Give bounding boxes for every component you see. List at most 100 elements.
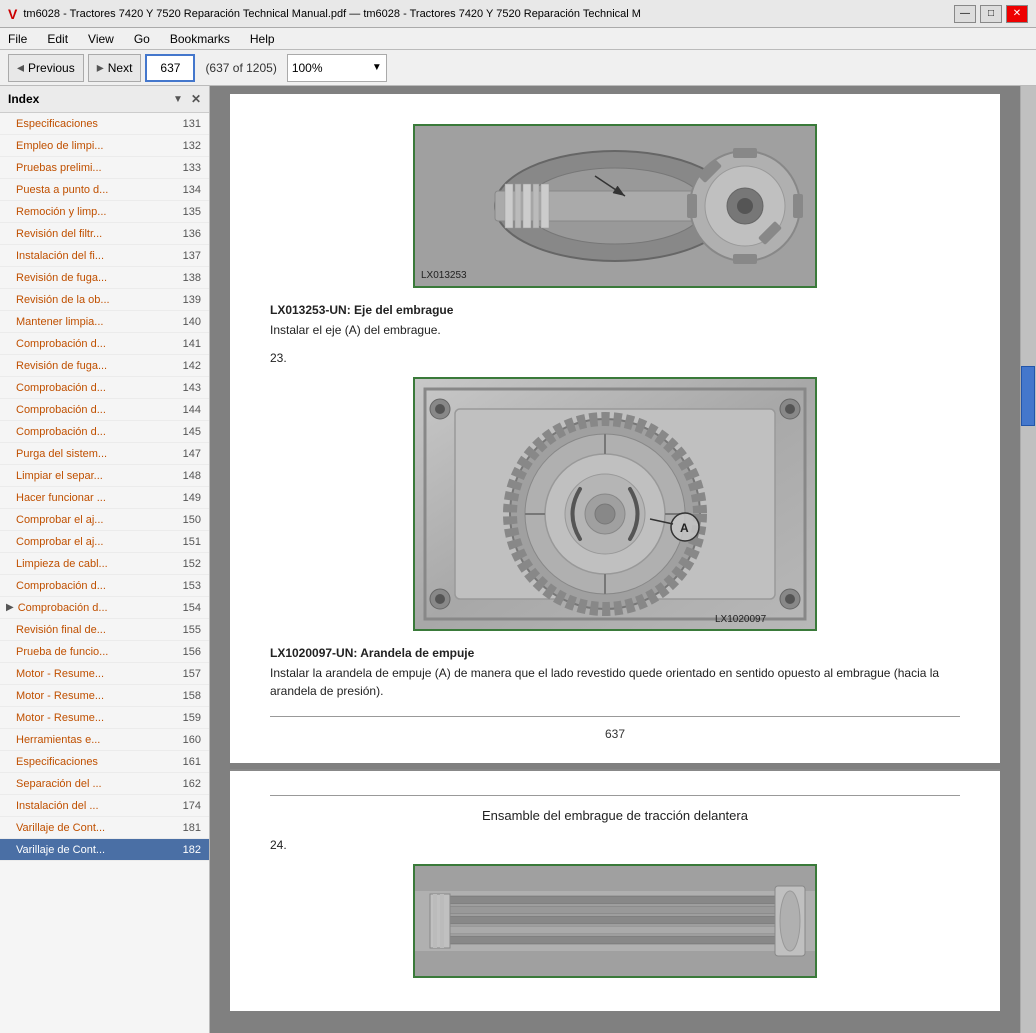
sidebar-item-title: Empleo de limpi... xyxy=(16,140,173,152)
next-button[interactable]: ▸ Next xyxy=(88,54,142,82)
sidebar-dropdown-icon[interactable]: ▼ xyxy=(173,94,183,105)
sidebar-item-title: Comprobar el aj... xyxy=(16,514,173,526)
sidebar-item-18[interactable]: Comprobar el aj...150 xyxy=(0,509,209,531)
sidebar-item-title: Herramientas e... xyxy=(16,734,173,746)
sidebar-item-25[interactable]: Motor - Resume...157 xyxy=(0,663,209,685)
menu-go[interactable]: Go xyxy=(130,30,154,48)
image3-svg xyxy=(415,866,815,976)
sidebar-close-button[interactable]: ✕ xyxy=(191,92,201,106)
image3-box xyxy=(413,864,817,978)
sidebar-item-number: 155 xyxy=(173,624,201,636)
sidebar-item-title: Instalación del ... xyxy=(16,800,173,812)
menu-edit[interactable]: Edit xyxy=(43,30,72,48)
sidebar-items-list: Especificaciones131Empleo de limpi...132… xyxy=(0,113,209,861)
image3-placeholder xyxy=(415,866,815,976)
sidebar-item-13[interactable]: Comprobación d...144 xyxy=(0,399,209,421)
sidebar-item-number: 158 xyxy=(173,690,201,702)
close-button[interactable]: ✕ xyxy=(1006,5,1028,23)
sidebar-item-number: 132 xyxy=(173,140,201,152)
sidebar-item-33[interactable]: Varillaje de Cont...182 xyxy=(0,839,209,861)
sidebar-item-title: Motor - Resume... xyxy=(16,712,173,724)
sidebar-item-12[interactable]: Comprobación d...143 xyxy=(0,377,209,399)
sidebar-item-16[interactable]: Limpiar el separ...148 xyxy=(0,465,209,487)
sidebar-item-title: Revisión de fuga... xyxy=(16,360,173,372)
sidebar-item-7[interactable]: Revisión de fuga...138 xyxy=(0,267,209,289)
maximize-button[interactable]: □ xyxy=(980,5,1002,23)
image2-container: A LX1020097 xyxy=(270,377,960,634)
sidebar-item-27[interactable]: Motor - Resume...159 xyxy=(0,707,209,729)
sidebar-item-title: Comprobación d... xyxy=(16,338,173,350)
zoom-selector[interactable]: 100% ▼ xyxy=(287,54,387,82)
menu-file[interactable]: File xyxy=(4,30,31,48)
sidebar-item-title: Puesta a punto d... xyxy=(16,184,173,196)
page-number-input[interactable] xyxy=(145,54,195,82)
sidebar-item-24[interactable]: Prueba de funcio...156 xyxy=(0,641,209,663)
image1-svg: LX013253 xyxy=(415,126,815,286)
sidebar-item-26[interactable]: Motor - Resume...158 xyxy=(0,685,209,707)
sidebar-item-20[interactable]: Limpieza de cabl...152 xyxy=(0,553,209,575)
zoom-value: 100% xyxy=(292,61,323,75)
sidebar-item-5[interactable]: Revisión del filtr...136 xyxy=(0,223,209,245)
menu-help[interactable]: Help xyxy=(246,30,279,48)
svg-text:LX1020097: LX1020097 xyxy=(715,614,767,625)
scrollbar-thumb[interactable] xyxy=(1021,366,1035,426)
sidebar-item-title: Revisión de fuga... xyxy=(16,272,173,284)
sidebar-item-19[interactable]: Comprobar el aj...151 xyxy=(0,531,209,553)
step24-label: 24. xyxy=(270,836,960,854)
sidebar-item-number: 159 xyxy=(173,712,201,724)
sidebar-item-28[interactable]: Herramientas e...160 xyxy=(0,729,209,751)
sidebar-header: Index ▼ ✕ xyxy=(0,86,209,113)
minimize-button[interactable]: — xyxy=(954,5,976,23)
scrollbar[interactable] xyxy=(1020,86,1036,1033)
sidebar-item-number: 140 xyxy=(173,316,201,328)
sidebar-item-0[interactable]: Especificaciones131 xyxy=(0,113,209,135)
sidebar-item-number: 135 xyxy=(173,206,201,218)
zoom-dropdown-icon: ▼ xyxy=(372,62,382,73)
sidebar-item-29[interactable]: Especificaciones161 xyxy=(0,751,209,773)
sidebar-item-11[interactable]: Revisión de fuga...142 xyxy=(0,355,209,377)
pdf-page-1: LX013253 LX013253-UN: Eje del embrague I… xyxy=(230,94,1000,763)
sidebar-item-number: 142 xyxy=(173,360,201,372)
sidebar-item-3[interactable]: Puesta a punto d...134 xyxy=(0,179,209,201)
menu-view[interactable]: View xyxy=(84,30,118,48)
sidebar-item-23[interactable]: Revisión final de...155 xyxy=(0,619,209,641)
sidebar-item-10[interactable]: Comprobación d...141 xyxy=(0,333,209,355)
image2-placeholder: A LX1020097 xyxy=(415,379,815,629)
sidebar-item-9[interactable]: Mantener limpia...140 xyxy=(0,311,209,333)
sidebar-item-title: Limpiar el separ... xyxy=(16,470,173,482)
svg-text:LX013253: LX013253 xyxy=(421,270,467,281)
sidebar-item-22[interactable]: ▶Comprobación d...154 xyxy=(0,597,209,619)
sidebar-item-15[interactable]: Purga del sistem...147 xyxy=(0,443,209,465)
sidebar-item-32[interactable]: Varillaje de Cont...181 xyxy=(0,817,209,839)
pdf-content-area[interactable]: LX013253 LX013253-UN: Eje del embrague I… xyxy=(210,86,1020,1033)
image1-box: LX013253 xyxy=(413,124,817,288)
sidebar-item-number: 152 xyxy=(173,558,201,570)
sidebar-item-number: 138 xyxy=(173,272,201,284)
sidebar-item-6[interactable]: Instalación del fi...137 xyxy=(0,245,209,267)
sidebar-item-21[interactable]: Comprobación d...153 xyxy=(0,575,209,597)
sidebar-item-number: 157 xyxy=(173,668,201,680)
previous-button[interactable]: ◂ Previous xyxy=(8,54,84,82)
sidebar-item-17[interactable]: Hacer funcionar ...149 xyxy=(0,487,209,509)
image1-container: LX013253 xyxy=(270,124,960,291)
sidebar-item-2[interactable]: Pruebas prelimi...133 xyxy=(0,157,209,179)
sidebar-item-1[interactable]: Empleo de limpi...132 xyxy=(0,135,209,157)
menu-bookmarks[interactable]: Bookmarks xyxy=(166,30,234,48)
sidebar-item-number: 148 xyxy=(173,470,201,482)
page-number: 637 xyxy=(605,727,625,741)
sidebar-item-number: 161 xyxy=(173,756,201,768)
sidebar-item-8[interactable]: Revisión de la ob...139 xyxy=(0,289,209,311)
sidebar-item-30[interactable]: Separación del ...162 xyxy=(0,773,209,795)
sidebar-item-title: Separación del ... xyxy=(16,778,173,790)
sidebar-item-title: Comprobación d... xyxy=(16,580,173,592)
sidebar-item-number: 162 xyxy=(173,778,201,790)
sidebar-item-14[interactable]: Comprobación d...145 xyxy=(0,421,209,443)
sidebar-item-title: Especificaciones xyxy=(16,756,173,768)
sidebar-item-number: 149 xyxy=(173,492,201,504)
pdf-page-2: Ensamble del embrague de tracción delant… xyxy=(230,769,1000,1011)
sidebar-item-title: Remoción y limp... xyxy=(16,206,173,218)
sidebar-item-31[interactable]: Instalación del ...174 xyxy=(0,795,209,817)
sidebar-item-4[interactable]: Remoción y limp...135 xyxy=(0,201,209,223)
sidebar-item-title: Limpieza de cabl... xyxy=(16,558,173,570)
title-bar: V tm6028 - Tractores 7420 Y 7520 Reparac… xyxy=(0,0,1036,28)
